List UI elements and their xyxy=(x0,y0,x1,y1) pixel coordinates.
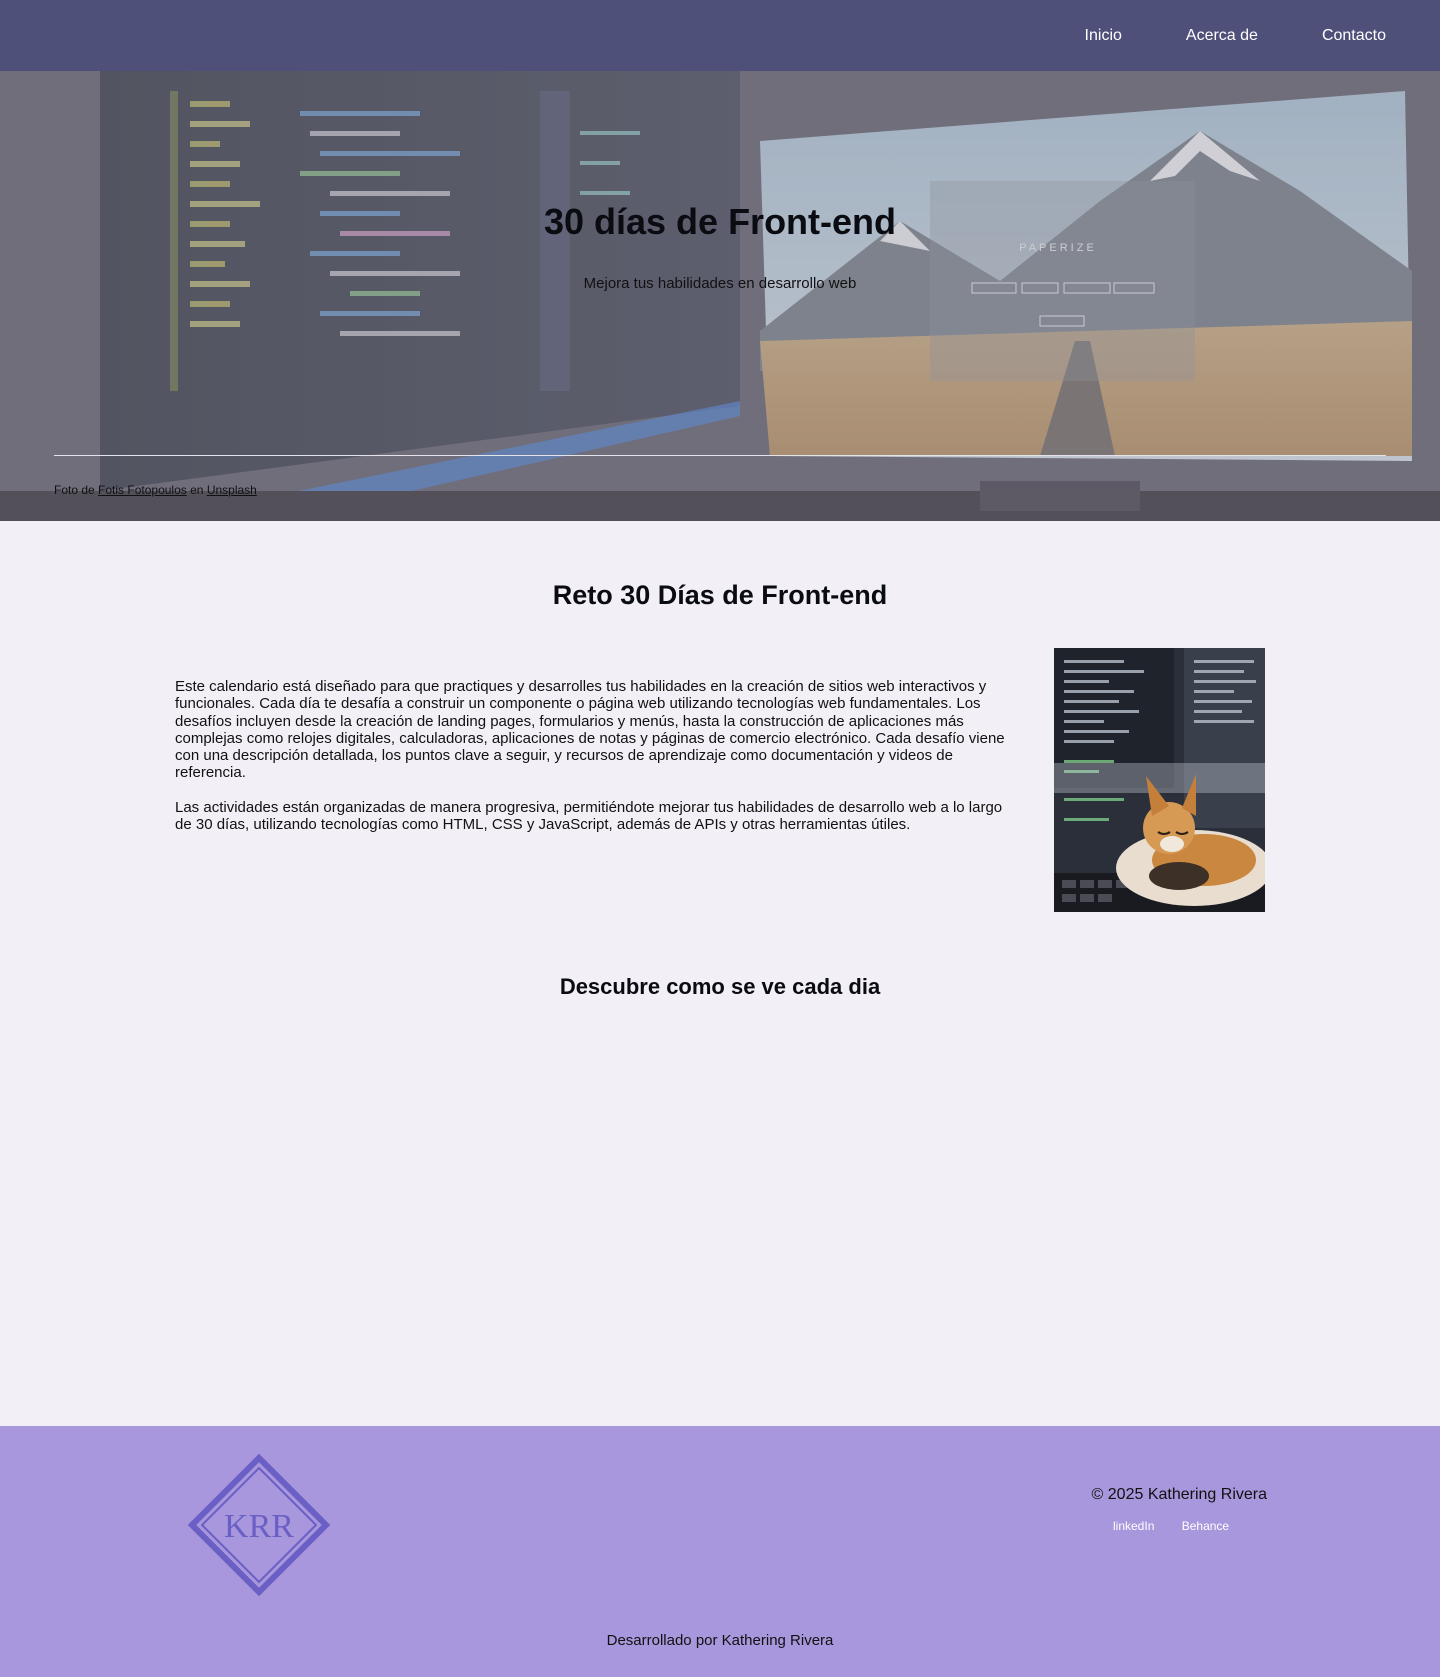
nav-link-acerca-de[interactable]: Acerca de xyxy=(1186,27,1258,45)
days-section-title: Descubre como se ve cada dia xyxy=(559,974,881,999)
logo-text: KRR xyxy=(224,1508,294,1545)
developed-by-text: Desarrollado por Kathering Rivera xyxy=(606,1632,834,1649)
hero-overlay xyxy=(0,71,1440,521)
cat-laptop-photo xyxy=(1054,648,1265,912)
main-title: Reto 30 Días de Front-end xyxy=(552,580,888,610)
credit-middle: en xyxy=(190,483,204,497)
hero-subtitle: Mejora tus habilidades en desarrollo web xyxy=(583,275,857,292)
credit-author-link[interactable]: Fotis Fotopoulos xyxy=(98,483,187,497)
hero-title: 30 días de Front-end xyxy=(543,201,897,242)
nav-link-inicio[interactable]: Inicio xyxy=(1085,27,1122,45)
nav-link-contacto[interactable]: Contacto xyxy=(1322,27,1386,45)
social-links: linkedIn Behance xyxy=(1113,1519,1253,1533)
credit-prefix: Foto de xyxy=(54,483,95,497)
linkedin-link[interactable]: linkedIn xyxy=(1113,1519,1154,1533)
hero-section: PAPERIZE 30 días de Front-end Mejora tus… xyxy=(0,71,1440,521)
intro-text: Este calendario está diseñado para que p… xyxy=(175,678,1015,850)
intro-paragraph: Las actividades están organizadas de man… xyxy=(175,798,1003,834)
hero-divider xyxy=(54,455,1386,456)
behance-link[interactable]: Behance xyxy=(1182,1519,1229,1533)
credit-site-link[interactable]: Unsplash xyxy=(207,483,257,497)
copyright-text: © 2025 Kathering Rivera xyxy=(1091,1486,1267,1503)
krr-logo: KRR xyxy=(187,1453,331,1597)
site-footer: KRR © 2025 Kathering Rivera linkedIn Beh… xyxy=(0,1426,1440,1677)
photo-credit: Foto de Fotis Fotopoulos en Unsplash xyxy=(54,483,257,497)
top-nav: Inicio Acerca de Contacto xyxy=(0,0,1440,71)
intro-paragraph: Este calendario está diseñado para que p… xyxy=(175,678,1005,782)
